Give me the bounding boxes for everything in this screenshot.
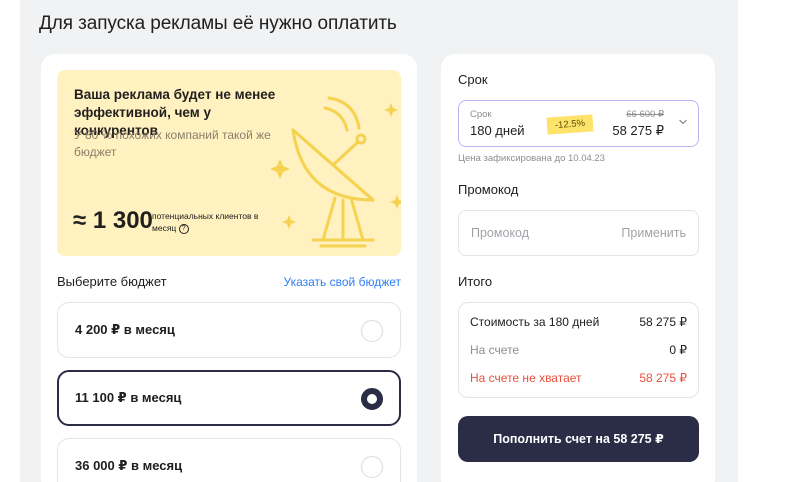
top-up-button[interactable]: Пополнить счет на 58 275 ₽	[458, 416, 699, 462]
budget-option-selected[interactable]: 11 100 ₽ в месяц	[57, 370, 401, 426]
promo-subtitle: У 80 % похожих компаний такой же бюджет	[74, 128, 271, 159]
apply-promocode-button[interactable]: Применить	[621, 226, 686, 240]
promocode-input[interactable]: Промокод	[471, 226, 529, 240]
payment-card: Срок Срок 180 дней -12.5% 66 600 ₽ 58 27…	[441, 54, 715, 482]
total-row-value: 58 275 ₽	[639, 315, 687, 329]
page-title: Для запуска рекламы её нужно оплатить	[39, 13, 397, 34]
total-row-label: Стоимость за 180 дней	[470, 315, 600, 329]
old-price: 66 600 ₽	[626, 109, 664, 120]
discount-badge: -12.5%	[546, 114, 594, 135]
clients-caption-text: потенциальных клиентов в месяц	[152, 211, 259, 233]
total-row-label: На счете не хватает	[470, 371, 582, 385]
clients-caption: потенциальных клиентов в месяц ?	[152, 210, 262, 234]
total-row-value: 0 ₽	[669, 343, 687, 357]
promocode-field[interactable]: Промокод Применить	[458, 210, 699, 256]
price-fixed-note: Цена зафиксирована до 10.04.23	[458, 153, 605, 164]
budget-option-label: 36 000 ₽ в месяц	[75, 458, 183, 473]
budget-card: Ваша реклама будет не менее эффективной,…	[41, 54, 417, 482]
satellite-dish-icon	[270, 96, 401, 248]
chevron-down-icon	[679, 119, 687, 125]
total-row-label: На счете	[470, 343, 520, 357]
total-row-value: 58 275 ₽	[639, 371, 687, 385]
question-circle-icon[interactable]: ?	[178, 223, 189, 234]
term-select-caption: Срок	[470, 109, 492, 120]
total-heading: Итого	[458, 274, 493, 289]
promo-banner: Ваша реклама будет не менее эффективной,…	[57, 70, 401, 256]
custom-budget-link[interactable]: Указать свой бюджет	[284, 275, 402, 289]
budget-option-label: 4 200 ₽ в месяц	[75, 322, 175, 337]
budget-radio[interactable]	[361, 320, 383, 342]
budget-radio[interactable]	[361, 456, 383, 478]
total-summary: Стоимость за 180 дней 58 275 ₽ На счете …	[458, 302, 699, 398]
budget-option[interactable]: 36 000 ₽ в месяц	[57, 438, 401, 482]
term-select-value: 180 дней	[470, 123, 525, 138]
term-price: 58 275 ₽	[612, 123, 664, 138]
clients-count: ≈ 1 300	[73, 207, 153, 234]
budget-heading: Выберите бюджет	[57, 274, 167, 289]
budget-option-label: 11 100 ₽ в месяц	[75, 390, 182, 405]
term-select[interactable]: Срок 180 дней -12.5% 66 600 ₽ 58 275 ₽	[458, 100, 699, 147]
budget-radio-checked[interactable]	[361, 388, 383, 410]
term-heading: Срок	[458, 72, 488, 87]
budget-option[interactable]: 4 200 ₽ в месяц	[57, 302, 401, 358]
promocode-heading: Промокод	[458, 182, 519, 197]
